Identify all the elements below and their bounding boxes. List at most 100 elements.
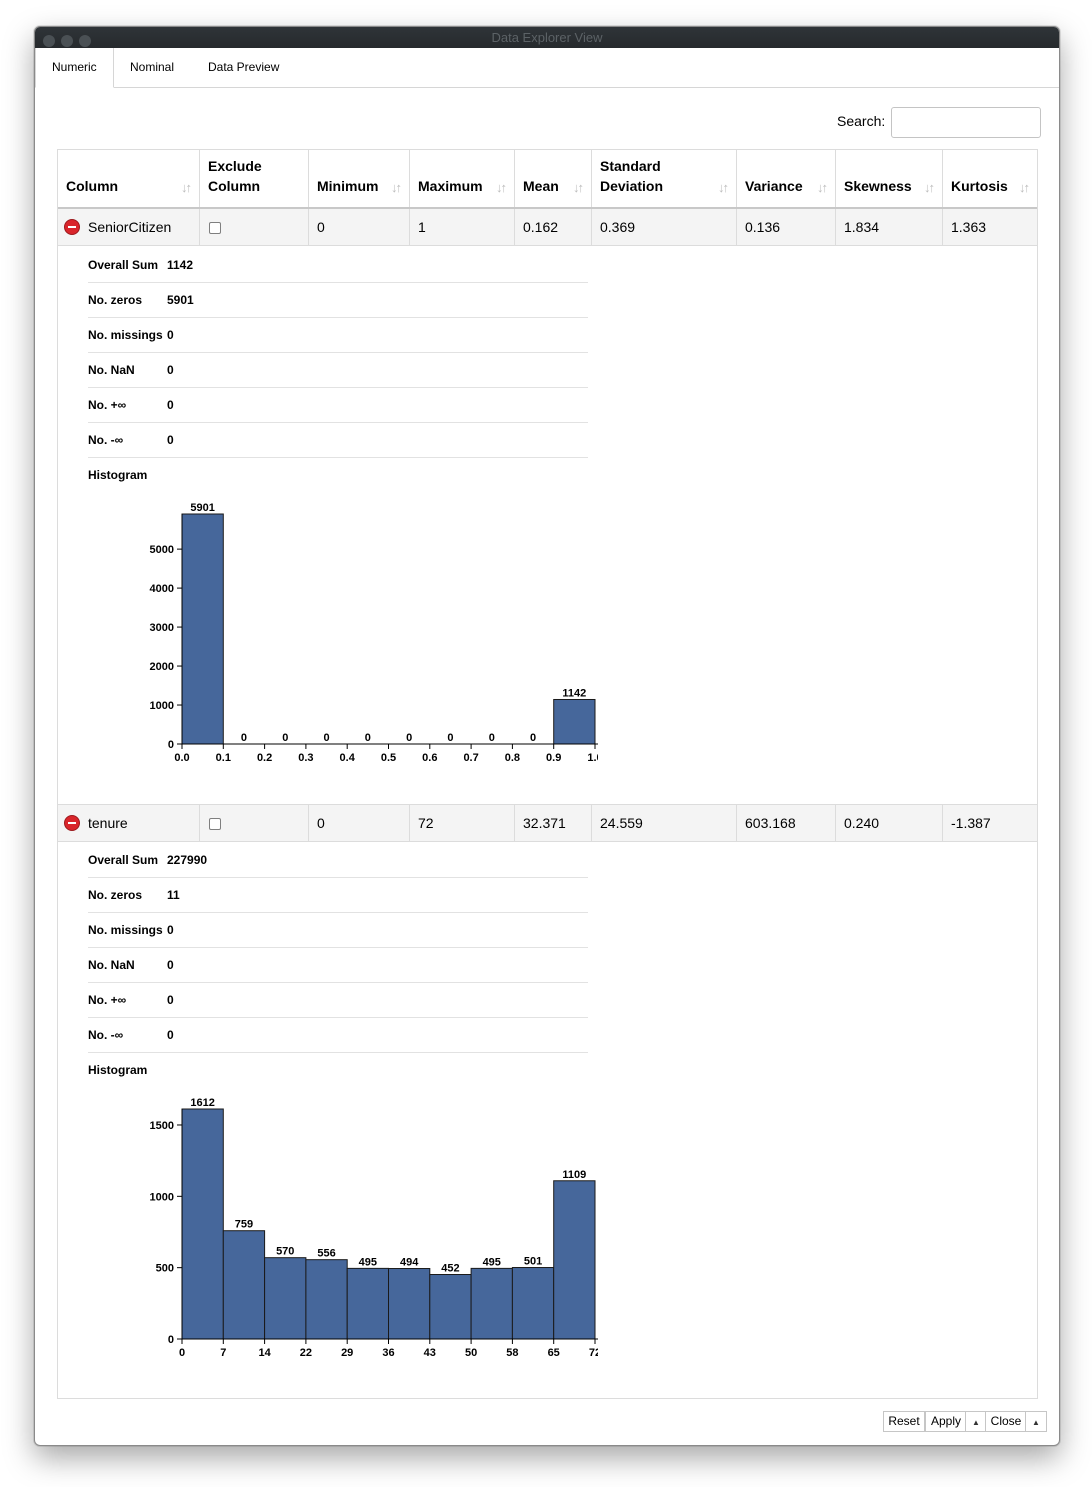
stat-row: No. zeros 11	[88, 877, 588, 913]
stat-row: No. +∞ 0	[88, 982, 588, 1018]
bar-value-label: 0	[241, 732, 247, 744]
x-tick-label: 58	[506, 1347, 518, 1359]
sort-icon[interactable]: ↓↑	[1019, 180, 1030, 195]
sort-icon[interactable]: ↓↑	[573, 180, 584, 195]
cell-mean: 0.162	[515, 209, 592, 245]
y-tick-label: 1500	[150, 1120, 174, 1132]
window-title: Data Explorer View	[491, 30, 603, 45]
y-tick-label: 1000	[150, 1191, 174, 1203]
y-tick-label: 2000	[150, 661, 174, 673]
stats-table: Column ↓↑ Exclude Column Minimum ↓↑ Maximu…	[57, 149, 1038, 1399]
cell-exclude	[200, 805, 309, 841]
bar-value-label: 570	[276, 1246, 294, 1258]
tab-numeric[interactable]: Numeric	[35, 48, 114, 88]
header-variance[interactable]: Variance ↓↑	[737, 150, 836, 207]
header-column[interactable]: Column ↓↑	[58, 150, 200, 207]
close-button[interactable]: Close	[985, 1411, 1027, 1432]
header-kurtosis[interactable]: Kurtosis ↓↑	[943, 150, 1037, 207]
tab-nominal[interactable]: Nominal	[114, 48, 190, 87]
histogram-bar	[429, 1274, 472, 1340]
close-dropdown-button[interactable]: ▲	[1025, 1411, 1047, 1432]
reset-button[interactable]: Reset	[883, 1411, 925, 1432]
sort-icon[interactable]: ↓↑	[496, 180, 507, 195]
table-header: Column ↓↑ Exclude Column Minimum ↓↑ Maximu…	[58, 150, 1037, 209]
bar-value-label: 1142	[562, 687, 586, 699]
x-tick-label: 36	[382, 1347, 394, 1359]
bar-value-label: 0	[282, 732, 288, 744]
histogram-bar	[346, 1267, 389, 1340]
stat-row: No. missings 0	[88, 912, 588, 948]
cell-std: 0.369	[592, 209, 737, 245]
zoom-window-icon[interactable]	[79, 35, 91, 47]
apply-dropdown-button[interactable]: ▲	[965, 1411, 987, 1432]
apply-button[interactable]: Apply	[925, 1411, 967, 1432]
histogram-label: Histogram	[88, 1063, 148, 1077]
header-skewness[interactable]: Skewness ↓↑	[836, 150, 943, 207]
collapse-icon[interactable]	[64, 219, 80, 235]
cell-maximum: 72	[410, 805, 515, 841]
header-mean[interactable]: Mean ↓↑	[515, 150, 592, 207]
search-label: Search:	[837, 113, 886, 129]
bar-value-label: 501	[524, 1256, 542, 1268]
sort-icon[interactable]: ↓↑	[391, 180, 402, 195]
histogram-bar	[470, 1267, 513, 1340]
header-standard-deviation[interactable]: Standard Deviation ↓↑	[592, 150, 737, 207]
x-tick-label: 0.4	[340, 752, 356, 764]
x-tick-label: 0.8	[505, 752, 520, 764]
tab-data-preview[interactable]: Data Preview	[192, 48, 295, 87]
header-minimum[interactable]: Minimum ↓↑	[309, 150, 410, 207]
cell-mean: 32.371	[515, 805, 592, 841]
x-tick-label: 0.6	[422, 752, 437, 764]
x-tick-label: 0.2	[257, 752, 272, 764]
minimize-window-icon[interactable]	[61, 35, 73, 47]
cell-variance: 603.168	[737, 805, 836, 841]
cell-skewness: 1.834	[836, 209, 943, 245]
table-row[interactable]: SeniorCitizen 0 1 0.162 0.369 0.136 1.83…	[58, 209, 1037, 246]
bar-value-label: 1612	[190, 1097, 214, 1109]
y-tick-label: 3000	[150, 622, 174, 634]
histogram-bar	[388, 1268, 431, 1340]
sort-icon[interactable]: ↓↑	[817, 180, 828, 195]
cell-skewness: 0.240	[836, 805, 943, 841]
stat-row: No. NaN 0	[88, 352, 588, 388]
cell-column-name: tenure	[58, 805, 200, 841]
sort-icon[interactable]: ↓↑	[924, 180, 935, 195]
stat-row: No. NaN 0	[88, 947, 588, 983]
bar-value-label: 495	[359, 1256, 377, 1268]
tab-bar: Numeric Nominal Data Preview	[35, 48, 1059, 88]
histogram-senior-citizen: 5901 0 0 0 0 0 0 0 0 1142 0 1000 2000 3000 4000 5000 0.0…	[150, 502, 598, 764]
histogram-bar	[511, 1267, 555, 1340]
x-tick-label: 0.7	[463, 752, 478, 764]
stat-row: Overall Sum 227990	[88, 842, 588, 878]
y-tick-label: 5000	[150, 544, 174, 556]
bar-value-label: 0	[447, 732, 453, 744]
x-tick-label: 1.0	[587, 752, 598, 764]
y-tick-label: 500	[156, 1263, 174, 1275]
bar-value-label: 759	[235, 1219, 253, 1231]
collapse-icon[interactable]	[64, 815, 80, 831]
x-tick-label: 0.3	[298, 752, 313, 764]
histogram-label: Histogram	[88, 468, 148, 482]
y-tick-label: 0	[168, 1334, 174, 1346]
x-tick-label: 0.0	[174, 752, 189, 764]
sort-icon[interactable]: ↓↑	[718, 180, 729, 195]
close-window-icon[interactable]	[43, 35, 55, 47]
exclude-checkbox[interactable]	[209, 818, 221, 830]
stat-row: No. missings 0	[88, 317, 588, 353]
table-row[interactable]: tenure 0 72 32.371 24.559 603.168 0.240 …	[58, 804, 1037, 842]
bar-value-label: 0	[530, 732, 536, 744]
header-maximum[interactable]: Maximum ↓↑	[410, 150, 515, 207]
cell-minimum: 0	[309, 805, 410, 841]
sort-icon[interactable]: ↓↑	[181, 180, 192, 195]
x-tick-label: 50	[465, 1347, 477, 1359]
y-tick-label: 4000	[150, 583, 174, 595]
header-exclude-column: Exclude Column	[200, 150, 309, 207]
stat-row: No. zeros 5901	[88, 282, 588, 318]
stat-row: Overall Sum 1142	[88, 247, 588, 283]
data-explorer-window: Data Explorer View Numeric Nominal Data …	[34, 26, 1060, 1446]
bar-value-label: 495	[483, 1256, 501, 1268]
histogram-bar	[305, 1259, 348, 1340]
cell-column-name: SeniorCitizen	[58, 209, 200, 245]
search-input[interactable]	[891, 107, 1041, 138]
exclude-checkbox[interactable]	[209, 222, 221, 234]
